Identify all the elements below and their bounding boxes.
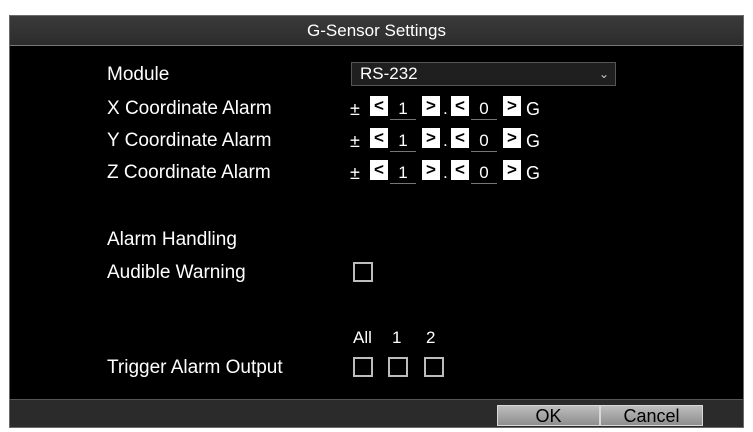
z-integer-increase-right-chevron-icon[interactable]: >	[422, 160, 440, 180]
x-integer-increase-right-chevron-icon[interactable]: >	[422, 96, 440, 116]
decimal-point: .	[443, 99, 448, 118]
unit-label: G	[526, 99, 541, 119]
plus-minus-sign: ±	[350, 163, 360, 183]
unit-label: G	[526, 131, 541, 151]
decimal-point: .	[443, 163, 448, 182]
trigger-output-1-checkbox[interactable]	[388, 357, 408, 377]
y-decimal-decrease-left-chevron-icon[interactable]: <	[451, 128, 469, 148]
alarm-handling-heading: Alarm Handling	[107, 229, 237, 250]
ok-button[interactable]: OK	[497, 405, 600, 426]
plus-minus-sign: ±	[350, 131, 360, 151]
dialog-title: G-Sensor Settings	[10, 16, 743, 46]
y-integer-increase-right-chevron-icon[interactable]: >	[422, 128, 440, 148]
module-label: Module	[107, 64, 170, 85]
x-coordinate-label: X Coordinate Alarm	[107, 98, 272, 119]
trigger-header-1: 1	[392, 328, 402, 347]
unit-label: G	[526, 163, 541, 183]
audible-warning-checkbox[interactable]	[353, 262, 373, 282]
x-integer-decrease-left-chevron-icon[interactable]: <	[370, 96, 388, 116]
x-decimal-increase-right-chevron-icon[interactable]: >	[503, 96, 521, 116]
g-sensor-dialog: G-Sensor Settings Module RS-232 ⌄ X Coor…	[9, 15, 744, 428]
z-decimal-value[interactable]: 0	[471, 163, 497, 184]
dialog-footer: OK Cancel	[10, 399, 743, 427]
z-integer-value[interactable]: 1	[390, 163, 416, 184]
x-decimal-value[interactable]: 0	[471, 99, 497, 120]
chevron-down-icon: ⌄	[598, 67, 609, 81]
y-coordinate-label: Y Coordinate Alarm	[107, 130, 272, 151]
z-decimal-increase-right-chevron-icon[interactable]: >	[503, 160, 521, 180]
plus-minus-sign: ±	[350, 99, 360, 119]
z-integer-decrease-left-chevron-icon[interactable]: <	[370, 160, 388, 180]
trigger-header-2: 2	[426, 328, 436, 347]
module-select[interactable]: RS-232 ⌄	[351, 62, 616, 86]
cancel-button[interactable]: Cancel	[600, 405, 703, 426]
x-decimal-decrease-left-chevron-icon[interactable]: <	[451, 96, 469, 116]
z-decimal-decrease-left-chevron-icon[interactable]: <	[451, 160, 469, 180]
module-value: RS-232	[360, 64, 418, 83]
y-integer-value[interactable]: 1	[390, 131, 416, 152]
y-decimal-value[interactable]: 0	[471, 131, 497, 152]
y-decimal-increase-right-chevron-icon[interactable]: >	[503, 128, 521, 148]
y-integer-decrease-left-chevron-icon[interactable]: <	[370, 128, 388, 148]
trigger-header-all: All	[353, 328, 372, 347]
z-coordinate-label: Z Coordinate Alarm	[107, 162, 271, 183]
audible-warning-label: Audible Warning	[107, 262, 246, 283]
trigger-alarm-output-label: Trigger Alarm Output	[107, 357, 283, 378]
x-integer-value[interactable]: 1	[390, 99, 416, 120]
decimal-point: .	[443, 131, 448, 150]
trigger-all-checkbox[interactable]	[353, 357, 373, 377]
trigger-output-2-checkbox[interactable]	[424, 357, 444, 377]
